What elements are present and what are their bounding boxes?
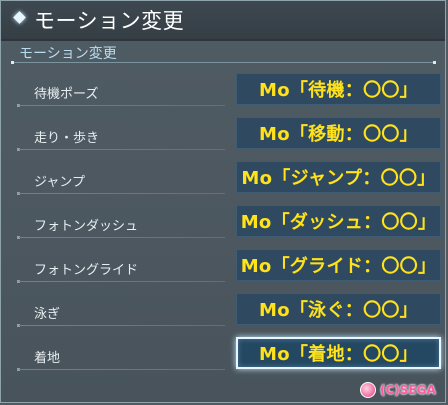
- motion-row-swim: 泳ぎ Mo「泳ぐ：〇〇」: [1, 291, 445, 335]
- diamond-icon: [13, 11, 26, 24]
- character-icon: [360, 382, 376, 398]
- row-divider: [19, 149, 225, 150]
- motion-row-dash: フォトンダッシュ Mo「ダッシュ：〇〇」: [1, 203, 445, 247]
- copyright-text: (C)SEGA: [380, 383, 436, 397]
- motion-value-button[interactable]: Mo「泳ぐ：〇〇」: [236, 293, 441, 325]
- divider-dot-right: [433, 61, 436, 64]
- motion-label: 待機ポーズ: [34, 87, 99, 102]
- row-divider: [19, 369, 225, 370]
- row-divider: [19, 237, 225, 238]
- motion-label: フォトングライド: [34, 263, 139, 278]
- motion-label: 泳ぎ: [34, 307, 61, 322]
- motion-value-button[interactable]: Mo「グライド：〇〇」: [236, 249, 441, 281]
- motion-value-button[interactable]: Mo「待機：〇〇」: [236, 73, 441, 105]
- row-divider: [19, 281, 225, 282]
- title-bar: モーション変更: [1, 1, 445, 41]
- motion-label: ジャンプ: [34, 175, 85, 190]
- motion-change-window: モーション変更 モーション変更 待機ポーズ Mo「待機：〇〇」 走り・歩き Mo…: [0, 0, 446, 403]
- motion-label: 走り・歩き: [34, 131, 100, 146]
- motion-value-button[interactable]: Mo「ジャンプ：〇〇」: [236, 161, 441, 193]
- row-divider: [19, 193, 225, 194]
- section-header: モーション変更: [1, 41, 445, 65]
- motion-row-glide: フォトングライド Mo「グライド：〇〇」: [1, 247, 445, 291]
- motion-label: 着地: [34, 351, 61, 366]
- motion-row-landing: 着地 Mo「着地：〇〇」: [1, 335, 445, 379]
- window-title: モーション変更: [34, 9, 185, 33]
- motion-value-button[interactable]: Mo「ダッシュ：〇〇」: [236, 205, 441, 237]
- motion-value-button[interactable]: Mo「移動：〇〇」: [236, 117, 441, 149]
- motion-label: フォトンダッシュ: [34, 219, 139, 234]
- motion-row-move: 走り・歩き Mo「移動：〇〇」: [1, 115, 445, 159]
- motion-row-jump: ジャンプ Mo「ジャンプ：〇〇」: [1, 159, 445, 203]
- divider-dot-left: [11, 61, 14, 64]
- section-divider: [13, 62, 433, 63]
- motion-row-wait: 待機ポーズ Mo「待機：〇〇」: [1, 71, 445, 115]
- motion-value-button-selected[interactable]: Mo「着地：〇〇」: [236, 337, 441, 369]
- row-divider: [19, 325, 225, 326]
- row-divider: [19, 105, 225, 106]
- copyright-badge: (C)SEGA: [360, 379, 448, 401]
- section-label: モーション変更: [19, 46, 117, 62]
